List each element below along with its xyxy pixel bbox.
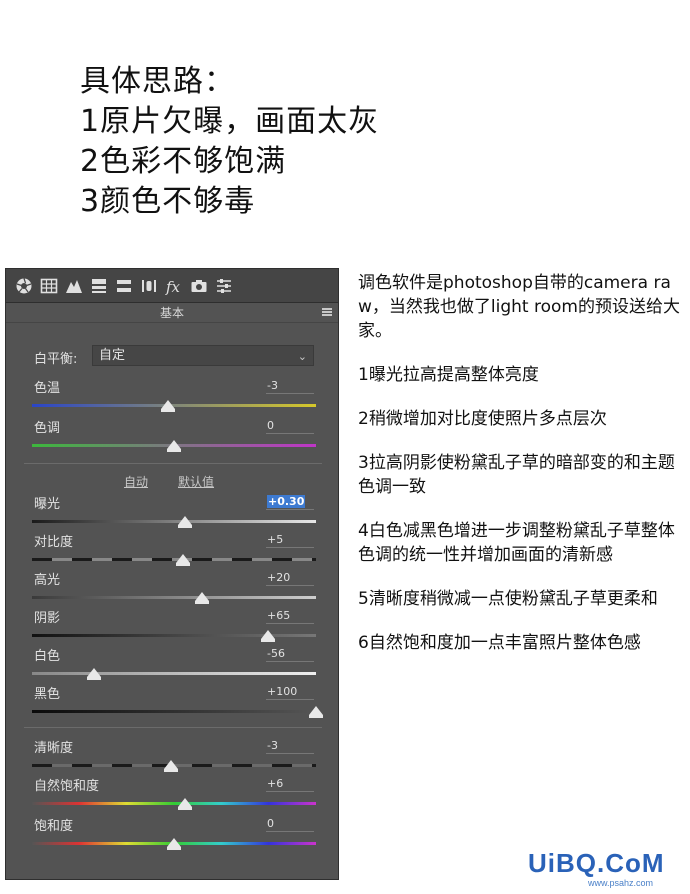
slider-saturation-label: 饱和度 (34, 819, 74, 834)
grid-icon[interactable] (39, 276, 59, 296)
divider (24, 727, 322, 728)
fx-icon[interactable]: fx (164, 276, 184, 296)
note-6: 6自然饱和度加一点丰富照片整体色感 (358, 633, 641, 653)
slider-contrast-value[interactable]: +5 (266, 531, 314, 548)
slider-shadows-label: 阴影 (34, 611, 61, 626)
panel-title-text: 基本 (159, 306, 184, 320)
slider-shadows: 阴影 +65 (6, 607, 338, 643)
slider-tint-value[interactable]: 0 (266, 417, 314, 434)
slider-vibrance: 自然饱和度 +6 (6, 775, 338, 811)
slider-tint-thumb[interactable] (167, 440, 181, 452)
slider-exposure-value[interactable]: +0.30 (266, 493, 314, 510)
slider-exposure-thumb[interactable] (178, 516, 193, 528)
slider-blacks-label: 黑色 (34, 687, 61, 702)
white-balance-value: 自定 (99, 348, 126, 363)
note-3: 3拉高阴影使粉黛乱子草的暗部变的和主题色调一致 (358, 453, 675, 497)
note-1: 1曝光拉高提高整体亮度 (358, 365, 539, 385)
panel-toolbar: fx (6, 269, 338, 303)
slider-exposure: 曝光 +0.30 (6, 493, 338, 529)
svg-text:fx: fx (165, 278, 181, 295)
slider-clarity-label: 清晰度 (34, 741, 74, 756)
slider-clarity: 清晰度 -3 (6, 737, 338, 773)
note-4: 4白色减黑色增进一步调整粉黛乱子草整体色调的统一性并增加画面的清新感 (358, 521, 675, 565)
heading-line-1: 具体思路： (80, 64, 235, 99)
slider-vibrance-value[interactable]: +6 (266, 775, 314, 792)
slider-shadows-value[interactable]: +65 (266, 607, 314, 624)
camera-icon[interactable] (189, 276, 209, 296)
slider-whites-track[interactable] (32, 672, 316, 675)
notes: 调色软件是photoshop自带的camera raw，当然我也做了light … (358, 271, 688, 675)
slider-blacks: 黑色 +100 (6, 683, 338, 719)
aperture-icon[interactable] (14, 276, 34, 296)
slider-highlights-value[interactable]: +20 (266, 569, 314, 586)
slider-exposure-track[interactable] (32, 520, 316, 523)
slider-vibrance-thumb[interactable] (178, 798, 193, 810)
slider-blacks-track[interactable] (32, 710, 316, 713)
slider-tint: 色调 0 (6, 417, 338, 453)
slider-exposure-value-text: +0.30 (267, 495, 306, 508)
slider-vibrance-label: 自然饱和度 (34, 779, 100, 794)
slider-highlights-label: 高光 (34, 573, 61, 588)
slider-contrast-thumb[interactable] (175, 554, 190, 566)
slider-shadows-thumb[interactable] (260, 630, 275, 642)
heading-line-2: 1原片欠曝，画面太灰 (80, 104, 380, 139)
note-2: 2稍微增加对比度使照片多点层次 (358, 409, 607, 429)
heading: 具体思路： 1原片欠曝，画面太灰 2色彩不够饱满 3颜色不够毒 (80, 62, 379, 222)
auto-default-row: 自动 默认值 (6, 473, 338, 491)
slider-whites-thumb[interactable] (87, 668, 102, 680)
chevron-down-icon: ⌄ (297, 350, 307, 363)
slider-blacks-value[interactable]: +100 (266, 683, 314, 700)
lens-icon[interactable] (139, 276, 159, 296)
auto-link[interactable]: 自动 (124, 473, 148, 490)
white-balance-select[interactable]: 自定 ⌄ (92, 345, 314, 366)
slider-highlights: 高光 +20 (6, 569, 338, 605)
slider-whites-label: 白色 (34, 649, 61, 664)
slider-saturation-value[interactable]: 0 (266, 815, 314, 832)
note-5: 5清晰度稍微减一点使粉黛乱子草更柔和 (358, 589, 658, 609)
slider-tint-label: 色调 (34, 421, 61, 436)
slider-contrast-label: 对比度 (34, 535, 74, 550)
panel-menu-icon[interactable] (322, 308, 332, 317)
slider-whites: 白色 -56 (6, 645, 338, 681)
split-tone-icon[interactable] (114, 276, 134, 296)
slider-whites-value[interactable]: -56 (266, 645, 314, 662)
white-balance-label: 白平衡: (34, 352, 78, 367)
slider-highlights-track[interactable] (32, 596, 316, 599)
slider-clarity-value[interactable]: -3 (266, 737, 314, 754)
slider-temp: 色温 -3 (6, 377, 338, 413)
camera-raw-panel: fx 基本 白平衡: 自定 ⌄ 色温 -3 色调 0 自动 默认值 曝光 +0.… (5, 268, 339, 880)
split-rows-icon[interactable] (89, 276, 109, 296)
slider-highlights-thumb[interactable] (195, 592, 210, 604)
heading-line-3: 2色彩不够饱满 (80, 144, 287, 179)
slider-temp-value[interactable]: -3 (266, 377, 314, 394)
slider-temp-thumb[interactable] (161, 400, 176, 412)
watermark: UiBQ.CoM (528, 848, 665, 878)
slider-saturation-thumb[interactable] (167, 838, 181, 850)
slider-blacks-thumb[interactable] (309, 706, 323, 718)
divider (24, 463, 322, 464)
sliders-icon[interactable] (214, 276, 234, 296)
note-intro: 调色软件是photoshop自带的camera raw，当然我也做了light … (358, 273, 680, 341)
slider-saturation: 饱和度 0 (6, 815, 338, 851)
slider-vibrance-track[interactable] (32, 802, 316, 805)
slider-temp-label: 色温 (34, 381, 61, 396)
slider-contrast: 对比度 +5 (6, 531, 338, 567)
slider-exposure-label: 曝光 (34, 497, 61, 512)
heading-line-4: 3颜色不够毒 (80, 184, 256, 219)
slider-contrast-track[interactable] (32, 558, 316, 561)
white-balance-row: 白平衡: 自定 ⌄ (6, 345, 338, 367)
panel-title: 基本 (6, 303, 338, 323)
default-link[interactable]: 默认值 (178, 473, 214, 490)
slider-clarity-thumb[interactable] (164, 760, 179, 772)
mountain-icon[interactable] (64, 276, 84, 296)
watermark-url: www.psahz.com (588, 878, 654, 888)
